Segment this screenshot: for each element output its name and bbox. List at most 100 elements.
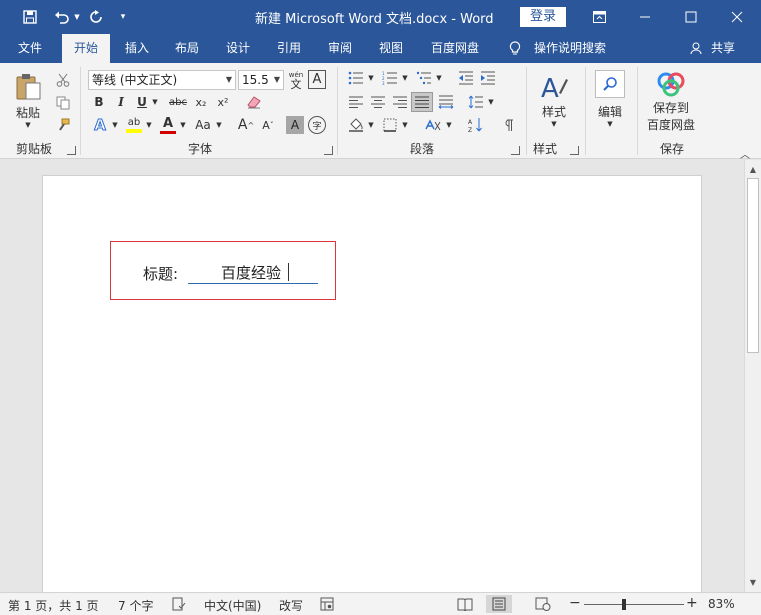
- tab-file[interactable]: 文件: [6, 34, 54, 63]
- zoom-slider-track[interactable]: [584, 604, 684, 605]
- tab-review[interactable]: 审阅: [316, 34, 364, 63]
- redo-icon[interactable]: [84, 0, 108, 34]
- character-shading-button[interactable]: A: [286, 116, 304, 134]
- change-case-button[interactable]: Aa: [192, 115, 214, 135]
- paste-dropdown-icon[interactable]: ▼: [25, 121, 30, 129]
- font-size-combo[interactable]: 15.5 ▼: [238, 70, 284, 90]
- maximize-icon[interactable]: [668, 0, 714, 34]
- macro-recording-icon[interactable]: [320, 597, 334, 614]
- borders-dropdown-icon[interactable]: ▼: [400, 116, 410, 134]
- format-painter-icon[interactable]: [54, 116, 72, 134]
- editing-button[interactable]: 编辑 ▼: [592, 68, 628, 130]
- asian-layout-dropdown-icon[interactable]: ▼: [444, 116, 454, 134]
- shrink-font-button[interactable]: Aˇ: [258, 115, 278, 135]
- bullets-icon[interactable]: [346, 69, 366, 87]
- numbering-dropdown-icon[interactable]: ▼: [400, 69, 410, 87]
- tab-baidu-netdisk[interactable]: 百度网盘: [420, 34, 490, 63]
- vertical-scrollbar[interactable]: ▲ ▼: [744, 160, 761, 592]
- show-formatting-marks-icon[interactable]: [498, 116, 518, 134]
- highlight-dropdown-icon[interactable]: ▼: [144, 115, 154, 135]
- numbering-icon[interactable]: 123: [380, 69, 400, 87]
- character-border-button[interactable]: A: [308, 70, 326, 89]
- font-dialog-launcher[interactable]: [324, 146, 333, 155]
- grow-font-button[interactable]: A ^: [236, 115, 256, 135]
- tab-insert[interactable]: 插入: [113, 34, 161, 63]
- subscript-button[interactable]: x₂: [192, 93, 210, 111]
- cut-icon[interactable]: [54, 71, 72, 89]
- customize-toolbar-icon[interactable]: ▾: [114, 0, 132, 34]
- bullets-dropdown-icon[interactable]: ▼: [366, 69, 376, 87]
- text-effects-dropdown-icon[interactable]: ▼: [110, 115, 120, 135]
- collapse-ribbon-icon[interactable]: ︿: [740, 146, 750, 161]
- page-count[interactable]: 第 1 页，共 1 页: [8, 597, 99, 614]
- login-button[interactable]: 登录: [520, 7, 566, 27]
- borders-icon[interactable]: [380, 116, 400, 134]
- user-icon[interactable]: [688, 34, 704, 63]
- font-name-dropdown-icon[interactable]: ▼: [226, 71, 232, 89]
- align-left-icon[interactable]: [346, 93, 366, 111]
- scrollbar-thumb[interactable]: [747, 178, 759, 353]
- align-center-icon[interactable]: [368, 93, 388, 111]
- print-layout-icon[interactable]: [486, 595, 512, 613]
- sort-icon[interactable]: AZ: [466, 116, 486, 134]
- underline-dropdown-icon[interactable]: ▼: [150, 93, 160, 111]
- scroll-down-icon[interactable]: ▼: [745, 574, 761, 590]
- tab-references[interactable]: 引用: [265, 34, 313, 63]
- strikethrough-button[interactable]: abc: [166, 93, 190, 111]
- insert-mode-indicator[interactable]: 改写: [279, 597, 303, 614]
- zoom-in-icon[interactable]: +: [686, 595, 698, 611]
- justify-icon[interactable]: [411, 92, 433, 112]
- lightbulb-icon[interactable]: [505, 34, 525, 63]
- line-spacing-icon[interactable]: [466, 93, 486, 111]
- editing-dropdown-icon[interactable]: ▼: [607, 120, 612, 128]
- styles-dropdown-icon[interactable]: ▼: [551, 120, 556, 128]
- increase-indent-icon[interactable]: [478, 69, 498, 87]
- scroll-up-icon[interactable]: ▲: [745, 161, 761, 177]
- font-color-dropdown-icon[interactable]: ▼: [178, 115, 188, 135]
- multilevel-list-icon[interactable]: [414, 69, 434, 87]
- save-to-baidu-button[interactable]: 保存到 百度网盘: [643, 69, 699, 135]
- proofing-icon[interactable]: [172, 597, 186, 614]
- minimize-icon[interactable]: [622, 0, 668, 34]
- ribbon-display-options-icon[interactable]: [576, 0, 622, 34]
- save-icon[interactable]: [18, 0, 42, 34]
- shading-dropdown-icon[interactable]: ▼: [366, 116, 376, 134]
- font-color-button[interactable]: A: [158, 115, 178, 135]
- tab-home[interactable]: 开始: [62, 34, 110, 64]
- highlight-button[interactable]: ab: [124, 115, 144, 135]
- shading-icon[interactable]: [346, 116, 366, 134]
- zoom-level[interactable]: 83%: [708, 597, 735, 611]
- undo-icon[interactable]: [50, 0, 74, 34]
- text-effects-button[interactable]: A: [90, 115, 110, 135]
- styles-button[interactable]: A 样式 ▼: [533, 69, 575, 131]
- title-field-value[interactable]: 百度经验: [221, 262, 281, 283]
- italic-button[interactable]: I: [112, 93, 130, 111]
- clipboard-dialog-launcher[interactable]: [67, 146, 76, 155]
- multilevel-list-dropdown-icon[interactable]: ▼: [434, 69, 444, 87]
- word-count[interactable]: 7 个字: [118, 597, 153, 614]
- enclose-characters-button[interactable]: 字: [308, 116, 326, 134]
- asian-layout-icon[interactable]: [422, 116, 444, 134]
- tab-view[interactable]: 视图: [367, 34, 415, 63]
- share-button[interactable]: 共享: [706, 34, 740, 63]
- phonetic-guide-button[interactable]: wén 文: [287, 69, 305, 91]
- tell-me-search[interactable]: 操作说明搜索: [530, 34, 610, 63]
- superscript-button[interactable]: x²: [214, 93, 232, 111]
- decrease-indent-icon[interactable]: [456, 69, 476, 87]
- zoom-slider-thumb[interactable]: [622, 599, 626, 610]
- align-right-icon[interactable]: [390, 93, 410, 111]
- copy-icon[interactable]: [54, 94, 72, 112]
- document-page[interactable]: 标题: 百度经验: [42, 175, 702, 592]
- line-spacing-dropdown-icon[interactable]: ▼: [486, 93, 496, 111]
- zoom-out-icon[interactable]: −: [569, 595, 581, 611]
- bold-button[interactable]: B: [90, 93, 108, 111]
- tab-layout[interactable]: 布局: [163, 34, 211, 63]
- tab-design[interactable]: 设计: [214, 34, 262, 63]
- web-layout-icon[interactable]: [530, 595, 556, 613]
- paste-button[interactable]: 粘贴 ▼: [8, 69, 48, 131]
- underline-button[interactable]: U: [134, 93, 150, 111]
- language-indicator[interactable]: 中文(中国): [204, 597, 261, 614]
- change-case-dropdown-icon[interactable]: ▼: [214, 115, 224, 135]
- font-name-combo[interactable]: 等线 (中文正文) ▼: [88, 70, 236, 90]
- close-icon[interactable]: [714, 0, 760, 34]
